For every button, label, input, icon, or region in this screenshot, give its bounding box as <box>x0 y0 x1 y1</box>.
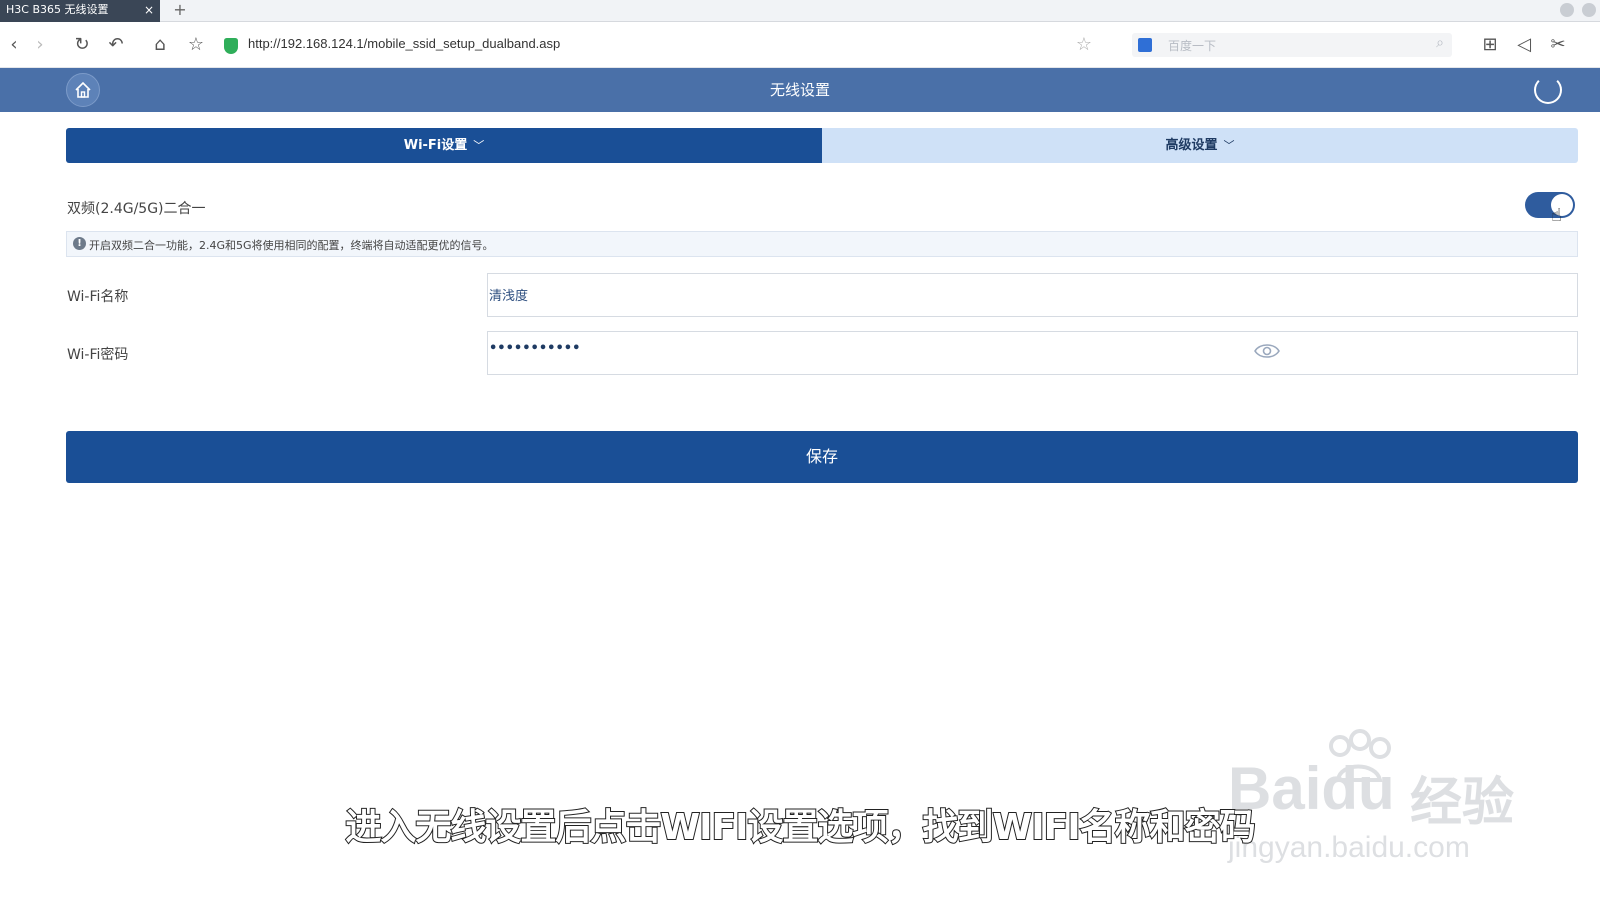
reload-icon[interactable]: ↻ <box>70 33 94 57</box>
password-input[interactable]: ••••••••••• <box>487 331 1578 375</box>
search-input[interactable]: 百度一下 <box>1168 37 1216 54</box>
refresh-icon[interactable] <box>1534 76 1562 104</box>
undo-icon[interactable]: ↶ <box>104 33 128 57</box>
search-box[interactable]: 百度一下 ⌕ <box>1132 33 1452 57</box>
bookmark-star-icon[interactable]: ☆ <box>184 33 208 57</box>
tab-close-icon[interactable]: × <box>144 0 154 20</box>
back-icon[interactable]: ‹ <box>2 33 26 57</box>
ssid-input[interactable]: 清浅度 <box>487 273 1578 317</box>
new-tab-button[interactable]: + <box>168 0 192 22</box>
chevron-down-icon: ﹀ <box>473 139 485 152</box>
tab-wifi-label: Wi-Fi设置 <box>403 138 468 153</box>
show-password-eye-icon[interactable] <box>1254 342 1280 360</box>
info-text: 开启双频二合一功能，2.4G和5G将使用相同的配置，终端将自动适配更优的信号。 <box>89 239 494 252</box>
address-bar[interactable]: http://192.168.124.1/mobile_ssid_setup_d… <box>248 36 560 51</box>
apps-grid-icon[interactable]: ⊞ <box>1478 33 1502 57</box>
password-label: Wi-Fi密码 <box>67 347 129 363</box>
window-menu-icon[interactable] <box>1560 3 1574 17</box>
house-icon <box>75 81 91 98</box>
tab-wifi-settings[interactable]: Wi-Fi设置 ﹀ <box>66 128 822 163</box>
save-button[interactable]: 保存 <box>66 431 1578 483</box>
app-header: 无线设置 <box>0 68 1600 112</box>
search-engine-icon[interactable] <box>1138 38 1152 52</box>
browser-tab[interactable]: H3C B365 无线设置 × <box>0 0 160 22</box>
secure-shield-icon <box>224 38 238 54</box>
scissors-icon[interactable]: ✂ <box>1546 33 1570 57</box>
window-controls <box>1560 3 1596 17</box>
tab-advanced-label: 高级设置 <box>1165 138 1218 153</box>
home-icon[interactable]: ⌂ <box>148 33 172 57</box>
info-icon: ! <box>73 237 86 250</box>
browser-tab-strip: H3C B365 无线设置 × + <box>0 0 1600 22</box>
password-value: ••••••••••• <box>489 341 581 356</box>
chevron-down-icon: ﹀ <box>1223 139 1235 152</box>
search-icon[interactable]: ⌕ <box>1436 35 1444 51</box>
hand-cursor-icon: ☝ <box>1551 205 1562 226</box>
page-title: 无线设置 <box>769 81 830 99</box>
window-minimize-icon[interactable] <box>1582 3 1596 17</box>
dualband-label: 双频(2.4G/5G)二合一 <box>67 201 206 217</box>
forward-icon[interactable]: › <box>28 33 52 57</box>
speaker-icon[interactable]: ◁ <box>1512 33 1536 57</box>
browser-tab-title: H3C B365 无线设置 <box>6 3 109 16</box>
favorite-star-icon[interactable]: ☆ <box>1072 33 1096 57</box>
browser-toolbar: ‹ › ↻ ↶ ⌂ ☆ http://192.168.124.1/mobile_… <box>0 22 1600 68</box>
tab-advanced-settings[interactable]: 高级设置 ﹀ <box>822 128 1578 163</box>
info-notice: ! 开启双频二合一功能，2.4G和5G将使用相同的配置，终端将自动适配更优的信号… <box>66 231 1578 257</box>
video-caption: 进入无线设置后点击WIFI设置选项，找到WIFI名称和密码 <box>344 806 1256 849</box>
dualband-toggle[interactable] <box>1525 192 1575 218</box>
ssid-value: 清浅度 <box>489 289 529 304</box>
home-button[interactable] <box>66 73 100 107</box>
ssid-label: Wi-Fi名称 <box>67 289 129 305</box>
